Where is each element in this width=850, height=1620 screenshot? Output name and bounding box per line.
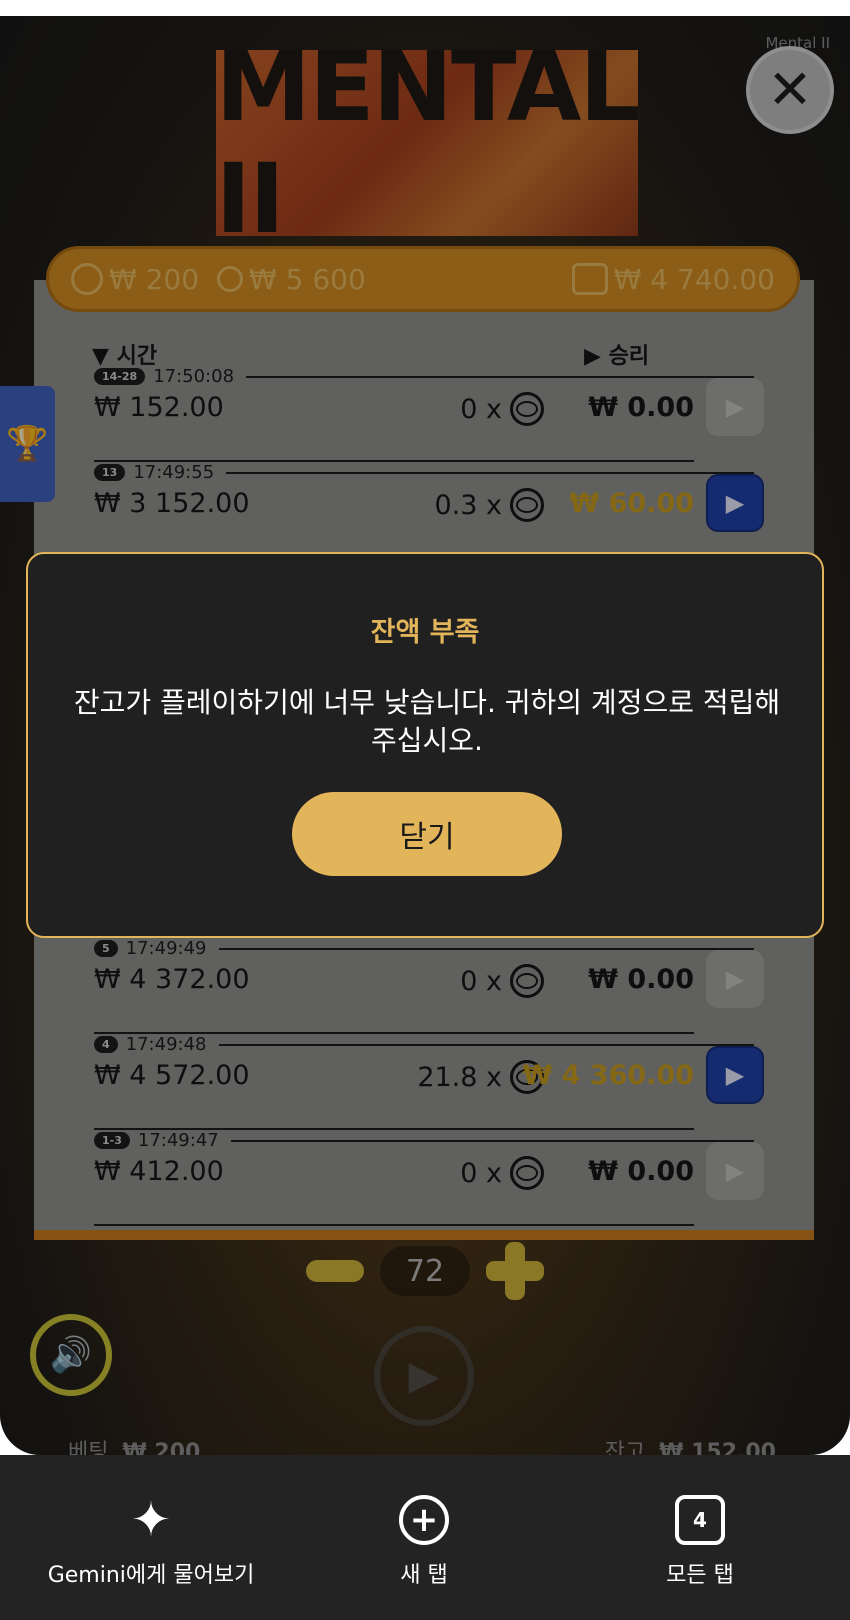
insufficient-balance-dialog: 잔액 부족 잔고가 플레이하기에 너무 낮습니다. 귀하의 계정으로 적립해 주… (26, 552, 824, 938)
gemini-sparkle-icon: ✦ (130, 1492, 172, 1548)
dialog-close-button[interactable]: 닫기 (292, 792, 562, 876)
dialog-title: 잔액 부족 (370, 617, 480, 648)
new-tab-button[interactable]: + 새 탭 (374, 1495, 474, 1589)
game-window: Mental II MENTAL II ✕ ▼ 시간 ▶ 승리 14-28 17:… (0, 16, 850, 1455)
gemini-button[interactable]: ✦ Gemini에게 물어보기 (46, 1495, 256, 1589)
gemini-label: Gemini에게 물어보기 (47, 1563, 255, 1588)
browser-bottom-bar: ✦ Gemini에게 물어보기 + 새 탭 4 모든 탭 (0, 1455, 850, 1620)
all-tabs-label: 모든 탭 (666, 1563, 734, 1588)
dialog-message: 잔고가 플레이하기에 너무 낮습니다. 귀하의 계정으로 적립해 주십시오. (73, 686, 781, 757)
all-tabs-button[interactable]: 4 모든 탭 (650, 1495, 750, 1589)
tabs-icon: 4 (675, 1495, 725, 1545)
plus-circle-icon: + (399, 1495, 449, 1545)
new-tab-label: 새 탭 (400, 1563, 448, 1588)
